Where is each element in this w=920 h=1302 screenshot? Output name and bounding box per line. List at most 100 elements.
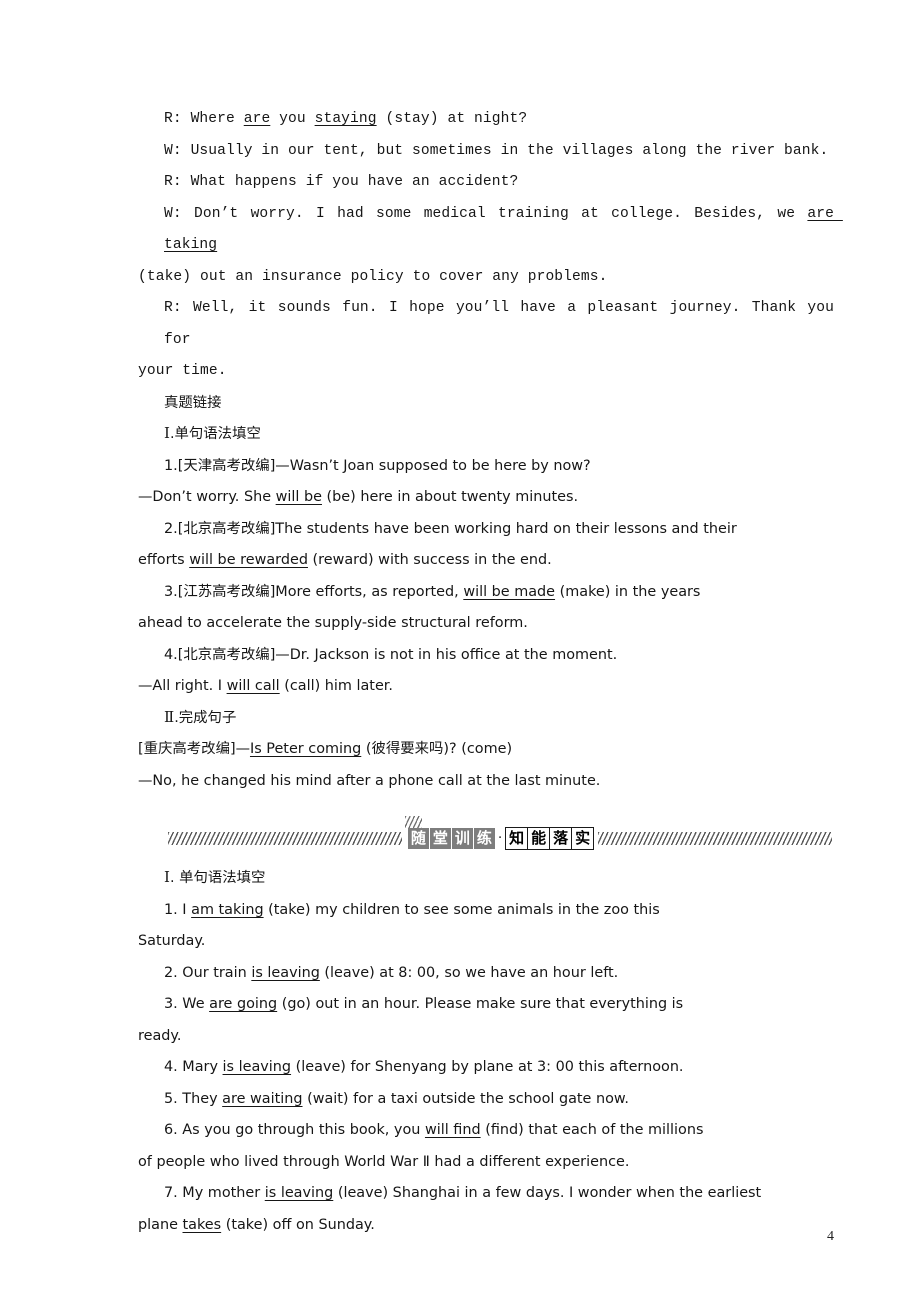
text-run: 6. As you go through this book, you [164, 1122, 425, 1138]
real-exam-section-2-title: Ⅱ.完成句子 [138, 703, 834, 735]
banner-corner-hatch [404, 815, 422, 828]
answer-blank: takes [182, 1216, 222, 1233]
text-run: (find) that each of the millions [480, 1122, 704, 1138]
text-run: (take) my children to see some animals i… [263, 901, 660, 918]
section-banner: 随堂训练 · 知能落实 [138, 815, 834, 853]
banner-separator: · [497, 830, 503, 846]
text-run: (be) here in about twenty minutes. [321, 489, 579, 505]
text-line: ready. [138, 1021, 834, 1053]
text-line: R: Where are you staying (stay) at night… [138, 104, 834, 136]
text-line: 3.[江苏高考改编]More efforts, as reported, wil… [138, 577, 834, 609]
answer-blank: is leaving [222, 1059, 292, 1075]
page-number: 4 [827, 1229, 834, 1244]
banner-char-dark-1: 堂 [428, 826, 452, 850]
answer-blank: will call [226, 678, 280, 694]
text-line: 1. I am taking (take) my children to see… [138, 895, 834, 927]
text-run: —All right. I [138, 678, 227, 694]
text-run: (go) out in an hour. Please make sure th… [277, 996, 684, 1012]
section-1-label: .单句语法填空 [169, 426, 261, 442]
text-line: —No, he changed his mind after a phone c… [138, 766, 834, 798]
banner-char-dark-3: 练 [472, 826, 496, 850]
banner-char-dark-2: 训 [450, 826, 474, 850]
text-run: 3. We [164, 996, 210, 1012]
text-run: efforts [138, 552, 190, 568]
practice-section-label: . 单句语法填空 [169, 870, 266, 886]
text-run: of people who lived through World War Ⅱ … [138, 1153, 630, 1170]
text-line: 6. As you go through this book, you will… [138, 1115, 834, 1147]
text-run: (leave) at 8: 00, so we have an hour lef… [319, 964, 619, 981]
text-line: 4.[北京高考改编]—Dr. Jackson is not in his off… [138, 640, 834, 672]
text-run: 4.[北京高考改编]—Dr. Jackson is not in his off… [164, 646, 618, 663]
banner-char-light-0: 知 [505, 826, 529, 850]
answer-blank: is leaving [251, 964, 320, 981]
text-run: Saturday. [138, 933, 206, 949]
text-line: plane takes (take) off on Sunday. [138, 1210, 834, 1242]
banner-dark-chars: 随堂训练 [406, 826, 496, 850]
real-exam-heading: 真题链接 [164, 394, 222, 411]
text-run: 1.[天津高考改编]—Wasn’t Joan supposed to be he… [164, 457, 591, 474]
text-run: 2.[北京高考改编]The students have been working… [164, 520, 737, 537]
document-page: R: Where are you staying (stay) at night… [0, 0, 920, 1302]
text-run: (reward) with success in the end. [307, 552, 552, 568]
text-run: (leave) Shanghai in a few days. I wonder… [333, 1185, 762, 1201]
text-line: 1.[天津高考改编]—Wasn’t Joan supposed to be he… [138, 451, 834, 483]
real-exam-items-2: [重庆高考改编]—Is Peter coming (彼得要来吗)? (come)… [138, 734, 834, 797]
practice-section-title: Ⅰ. 单句语法填空 [138, 863, 834, 895]
text-run: 2. Our train [164, 964, 252, 981]
dialogue-block: R: Where are you staying (stay) at night… [138, 104, 834, 388]
practice-items: 1. I am taking (take) my children to see… [138, 895, 834, 1242]
text-run: you [270, 111, 315, 127]
answer-blank: are waiting [222, 1090, 303, 1107]
text-run: (take) out an insurance policy to cover … [138, 268, 608, 285]
banner-char-light-1: 能 [527, 826, 551, 850]
text-line: (take) out an insurance policy to cover … [138, 262, 834, 294]
text-run: W: Don’t worry. I had some medical train… [164, 205, 808, 222]
text-line: 3. We are going (go) out in an hour. Ple… [138, 989, 834, 1021]
text-run: —Don’t worry. She [138, 489, 276, 505]
text-line: of people who lived through World War Ⅱ … [138, 1147, 834, 1179]
banner-hatch-left [168, 831, 402, 845]
banner-char-light-3: 实 [571, 826, 595, 850]
answer-blank: are going [209, 996, 278, 1012]
text-line: R: Well, it sounds fun. I hope you’ll ha… [138, 293, 834, 356]
banner-hatch-right [598, 831, 833, 845]
text-run: R: Where [164, 111, 244, 127]
text-line: 2. Our train is leaving (leave) at 8: 00… [138, 958, 834, 990]
text-run: 5. They [164, 1090, 223, 1107]
text-line: 2.[北京高考改编]The students have been working… [138, 514, 834, 546]
section-2-numeral: Ⅱ [164, 709, 175, 726]
text-run: (彼得要来吗)? (come) [361, 741, 513, 757]
text-run: (take) off on Sunday. [221, 1216, 375, 1233]
answer-blank: is leaving [264, 1185, 334, 1201]
text-line: your time. [138, 356, 834, 388]
text-line: W: Don’t worry. I had some medical train… [138, 199, 834, 262]
text-run: ready. [138, 1027, 182, 1044]
text-run: R: What happens if you have an accident? [164, 174, 519, 190]
text-run: (leave) for Shenyang by plane at 3: 00 t… [291, 1059, 684, 1075]
real-exam-section-1-title: Ⅰ.单句语法填空 [138, 419, 834, 451]
text-run: ahead to accelerate the supply-side stru… [138, 615, 528, 631]
answer-blank: are [243, 111, 271, 127]
text-line: R: What happens if you have an accident? [138, 167, 834, 199]
text-line: W: Usually in our tent, but sometimes in… [138, 136, 834, 168]
text-run: (make) in the years [555, 583, 701, 600]
banner-char-dark-0: 随 [406, 826, 430, 850]
text-line: efforts will be rewarded (reward) with s… [138, 545, 834, 577]
text-run: 7. My mother [164, 1185, 265, 1201]
text-run: 4. Mary [164, 1059, 223, 1075]
banner-light-chars: 知能落实 [505, 826, 595, 850]
section-2-label: .完成句子 [174, 709, 237, 726]
answer-blank: will find [424, 1122, 481, 1138]
text-run: [重庆高考改编]— [138, 741, 250, 757]
answer-blank: will be rewarded [189, 552, 308, 568]
text-line: 4. Mary is leaving (leave) for Shenyang … [138, 1052, 834, 1084]
page-content: R: Where are you staying (stay) at night… [138, 104, 834, 1241]
text-line: —Don’t worry. She will be (be) here in a… [138, 482, 834, 514]
text-line: —All right. I will call (call) him later… [138, 671, 834, 703]
real-exam-items: 1.[天津高考改编]—Wasn’t Joan supposed to be he… [138, 451, 834, 703]
text-run: plane [138, 1216, 183, 1233]
text-run: (call) him later. [279, 678, 393, 694]
text-line: [重庆高考改编]—Is Peter coming (彼得要来吗)? (come) [138, 734, 834, 766]
text-run: 1. I [164, 901, 192, 918]
banner-char-light-2: 落 [549, 826, 573, 850]
